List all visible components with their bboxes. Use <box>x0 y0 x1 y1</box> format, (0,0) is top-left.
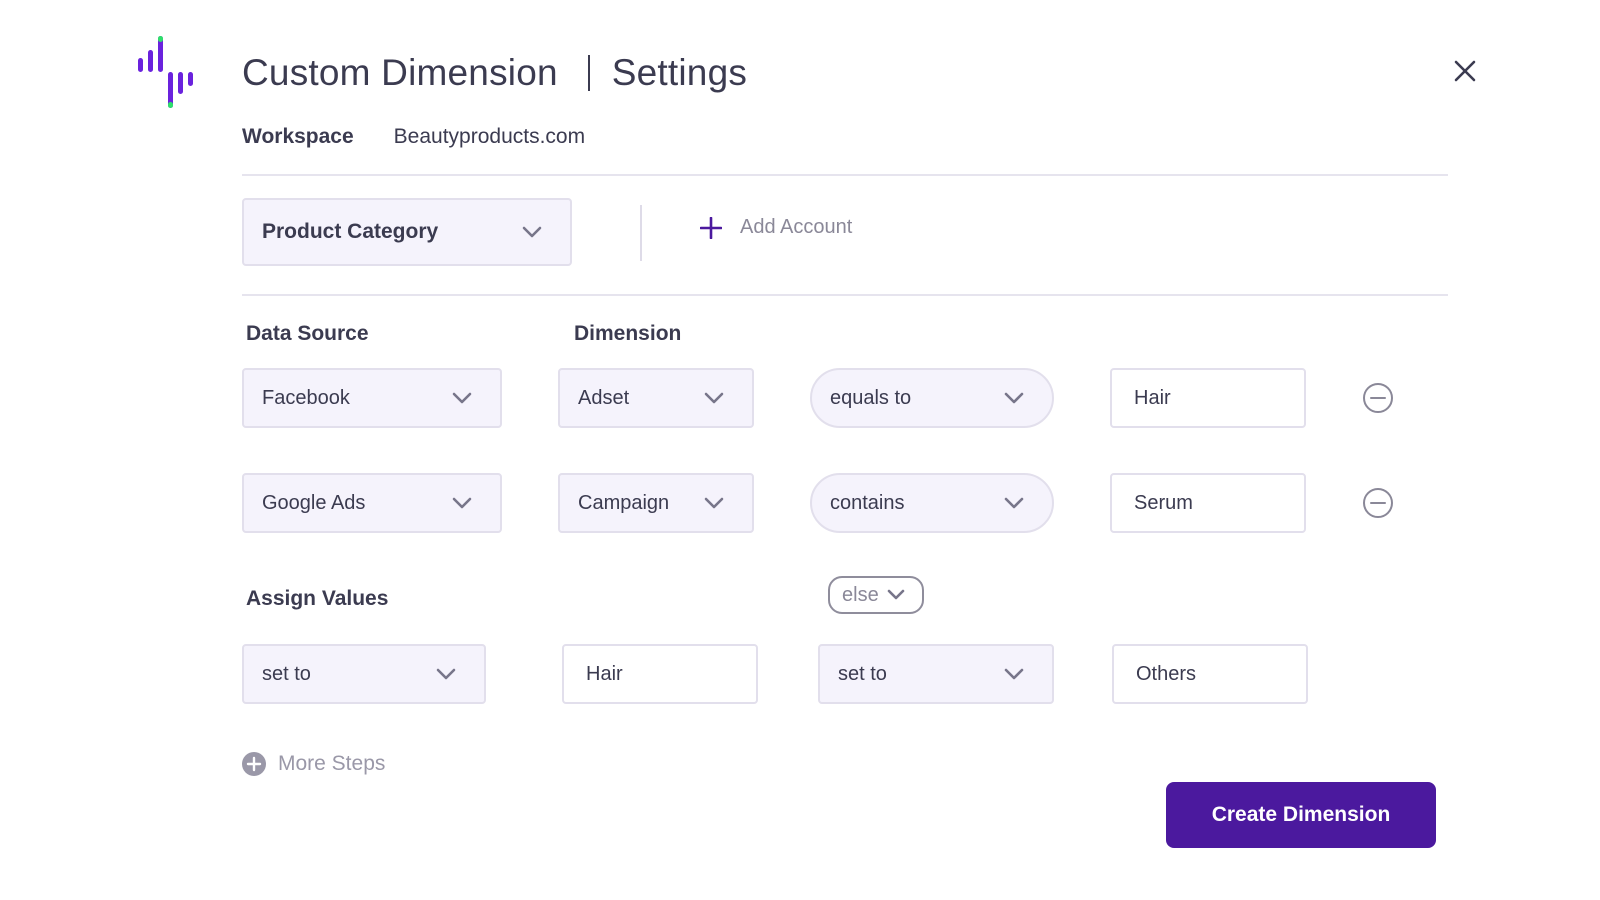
chevron-down-icon <box>704 497 724 509</box>
else-action-value: set to <box>838 662 887 685</box>
operator-select[interactable]: equals to <box>810 368 1054 428</box>
else-value-text: Others <box>1136 662 1197 685</box>
data-source-select[interactable]: Google Ads <box>242 473 502 533</box>
then-value-input[interactable]: Hair <box>562 644 758 704</box>
then-action-value: set to <box>262 662 311 685</box>
add-account-button[interactable]: Add Account <box>700 216 852 239</box>
else-value-input[interactable]: Others <box>1112 644 1308 704</box>
workspace-row: Workspace Beautyproducts.com <box>242 122 585 152</box>
category-select-value: Product Category <box>262 220 439 243</box>
chevron-down-icon <box>436 668 456 680</box>
assign-values-label: Assign Values <box>246 587 389 610</box>
rule-value-text: Hair <box>1134 386 1171 409</box>
data-source-value: Google Ads <box>262 491 366 514</box>
chevron-down-icon <box>1004 392 1024 404</box>
vertical-divider <box>640 205 642 261</box>
workspace-value: Beautyproducts.com <box>393 125 586 148</box>
operator-value: equals to <box>830 386 912 409</box>
title-text: Custom Dimension <box>242 52 558 93</box>
plus-icon <box>700 216 722 239</box>
add-account-label: Add Account <box>740 216 853 238</box>
remove-circle-icon[interactable] <box>1362 487 1394 519</box>
data-source-label: Data Source <box>246 322 369 345</box>
operator-select[interactable]: contains <box>810 473 1054 533</box>
dimension-select[interactable]: Adset <box>558 368 754 428</box>
rule-value-input[interactable]: Serum <box>1110 473 1306 533</box>
chevron-down-icon <box>522 226 542 238</box>
logo-icon <box>138 36 193 108</box>
create-dimension-button[interactable]: Create Dimension <box>1166 782 1436 848</box>
title-separator <box>587 55 590 91</box>
rule-value-text: Serum <box>1134 491 1193 514</box>
add-circle-icon <box>242 752 266 776</box>
page-title: Custom Dimension Settings <box>242 48 747 98</box>
data-source-select[interactable]: Facebook <box>242 368 502 428</box>
dimension-value: Adset <box>578 386 630 409</box>
then-action-select[interactable]: set to <box>242 644 486 704</box>
else-action-select[interactable]: set to <box>818 644 1054 704</box>
dimension-value: Campaign <box>578 491 670 514</box>
then-value-text: Hair <box>586 662 623 685</box>
more-steps-button[interactable]: More Steps <box>242 752 385 776</box>
operator-value: contains <box>830 491 905 514</box>
else-toggle[interactable]: else <box>828 576 924 614</box>
subtitle-text: Settings <box>611 52 748 93</box>
dimension-select[interactable]: Campaign <box>558 473 754 533</box>
chevron-down-icon <box>452 392 472 404</box>
chevron-down-icon <box>704 392 724 404</box>
more-steps-label: More Steps <box>278 752 386 775</box>
chevron-down-icon <box>1004 497 1024 509</box>
divider <box>242 294 1448 296</box>
data-source-value: Facebook <box>262 386 350 409</box>
rule-value-input[interactable]: Hair <box>1110 368 1306 428</box>
remove-circle-icon[interactable] <box>1362 382 1394 414</box>
chevron-down-icon <box>887 589 905 600</box>
dimension-label: Dimension <box>574 322 682 345</box>
workspace-label: Workspace <box>242 125 354 148</box>
else-label: else <box>842 583 879 606</box>
divider <box>242 174 1448 176</box>
create-dimension-label: Create Dimension <box>1211 803 1391 826</box>
close-icon[interactable] <box>1448 54 1482 88</box>
category-select[interactable]: Product Category <box>242 198 572 266</box>
chevron-down-icon <box>452 497 472 509</box>
chevron-down-icon <box>1004 668 1024 680</box>
